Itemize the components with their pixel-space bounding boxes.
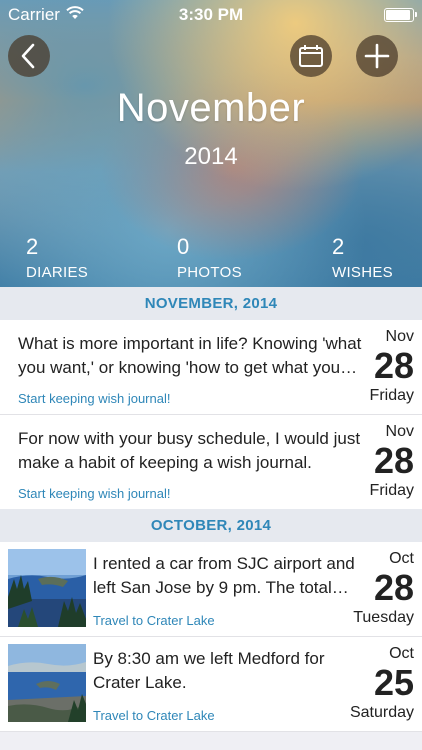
date-month: Nov: [385, 423, 414, 440]
status-time: 3:30 PM: [178, 5, 244, 24]
list-item[interactable]: I rented a car from SJC airport and left…: [0, 542, 422, 637]
date-weekday: Friday: [369, 387, 414, 404]
section-header-october: OCTOBER, 2014: [0, 509, 422, 542]
status-bar: Carrier 3:30 PM: [0, 0, 422, 30]
entry-date: Oct 28 Tuesday: [342, 550, 414, 627]
back-button[interactable]: [8, 35, 50, 77]
entry-photo-thumbnail: [8, 549, 86, 627]
calendar-icon: [299, 45, 323, 67]
stat-wishes[interactable]: 2 WISHES: [332, 234, 393, 281]
entry-date: Oct 25 Saturday: [342, 645, 414, 722]
list-item[interactable]: For now with your busy schedule, I would…: [0, 415, 422, 510]
month-title: November: [116, 86, 306, 130]
date-weekday: Saturday: [349, 704, 414, 721]
date-day: 28: [373, 345, 414, 386]
entry-photo-thumbnail: [8, 644, 86, 722]
stat-diaries[interactable]: 2 DIARIES: [26, 234, 88, 281]
add-entry-button[interactable]: [356, 35, 398, 77]
battery-icon: [384, 8, 417, 22]
stat-count: 0: [177, 234, 190, 259]
date-month: Oct: [389, 645, 414, 662]
stat-count: 2: [26, 234, 39, 259]
date-month: Nov: [385, 328, 414, 345]
date-day: 28: [373, 567, 414, 608]
year-title: 2014: [184, 143, 238, 170]
stat-label: DIARIES: [26, 264, 89, 281]
stat-photos[interactable]: 0 PHOTOS: [177, 234, 242, 281]
calendar-button[interactable]: [290, 35, 332, 77]
entry-text: I rented a car from SJC airport and left…: [93, 554, 355, 597]
section-header-november: NOVEMBER, 2014: [0, 287, 422, 320]
entry-tag-link[interactable]: Start keeping wish journal!: [18, 486, 170, 501]
stat-count: 2: [332, 234, 345, 259]
stat-label: PHOTOS: [177, 264, 242, 281]
header-hero: Carrier 3:30 PM November 2014 2 DIARIES …: [0, 0, 422, 287]
date-weekday: Friday: [369, 482, 414, 499]
entry-tag-link[interactable]: Start keeping wish journal!: [18, 391, 170, 406]
date-weekday: Tuesday: [353, 609, 414, 626]
entry-date: Nov 28 Friday: [342, 328, 414, 405]
plus-icon: [364, 43, 390, 69]
entry-text: What is more important in life? Knowing …: [18, 334, 362, 377]
entry-text: By 8:30 am we left Medford for Crater La…: [93, 649, 325, 692]
entry-tag-link[interactable]: Travel to Crater Lake: [93, 613, 215, 628]
stat-label: WISHES: [332, 264, 393, 281]
date-day: 25: [373, 662, 414, 703]
chevron-left-icon: [21, 43, 35, 69]
date-day: 28: [373, 440, 414, 481]
date-month: Oct: [389, 550, 414, 567]
list-item[interactable]: By 8:30 am we left Medford for Crater La…: [0, 637, 422, 732]
entry-date: Nov 28 Friday: [342, 423, 414, 500]
entry-text: For now with your busy schedule, I would…: [18, 429, 361, 472]
entry-tag-link[interactable]: Travel to Crater Lake: [93, 708, 215, 723]
list-item[interactable]: What is more important in life? Knowing …: [0, 320, 422, 415]
